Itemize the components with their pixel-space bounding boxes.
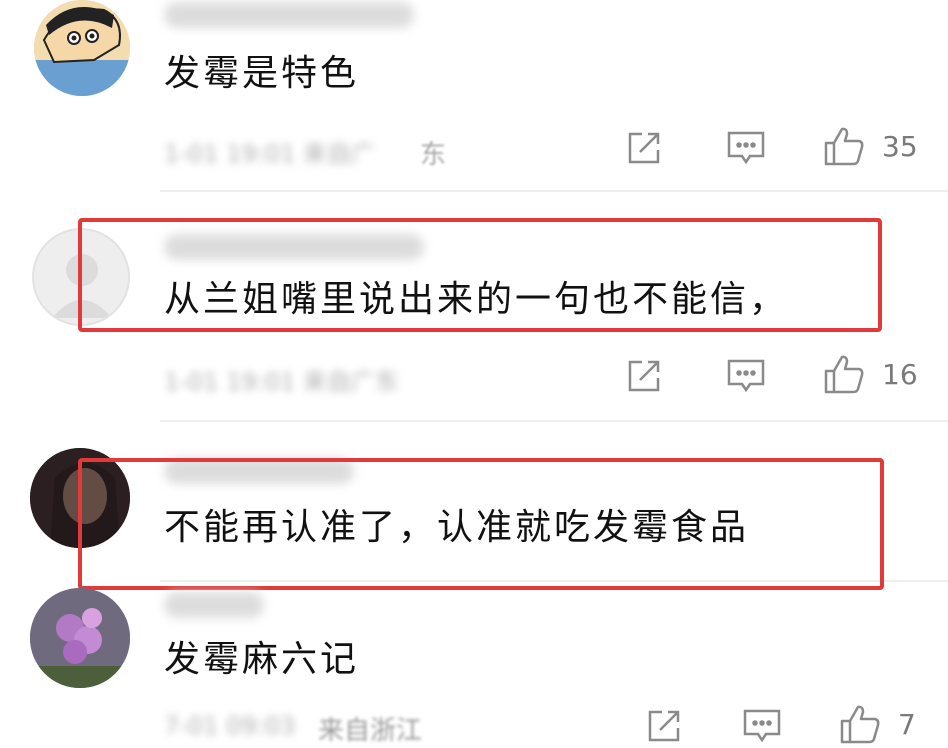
comment-text: 发霉是特色 <box>164 53 360 94</box>
username-blurred[interactable] <box>164 458 354 484</box>
reply-button[interactable] <box>724 356 768 396</box>
thumbs-up-icon <box>824 355 864 394</box>
avatar[interactable] <box>30 588 130 688</box>
comment-location: 来自浙江 <box>318 716 423 746</box>
username-blurred[interactable] <box>164 234 424 260</box>
comment-text: 从兰姐嘴里说出来的一句也不能信， <box>164 279 789 320</box>
avatar[interactable] <box>30 448 130 548</box>
username-blurred[interactable] <box>164 592 264 618</box>
comment-item: 从兰姐嘴里说出来的一句也不能信， 1-01 19:01 来自广东 16 <box>0 192 948 420</box>
share-icon <box>648 710 680 742</box>
comment-meta-blurred: 1-01 19:01 来自广 <box>164 140 375 168</box>
comment-meta-blurred: 7-01 09:03 <box>164 712 296 740</box>
avatar[interactable] <box>32 228 130 326</box>
comment-item: 发霉是特色 1-01 19:01 来自广 东 35 <box>0 0 948 190</box>
share-button[interactable] <box>644 706 684 746</box>
share-icon <box>628 132 660 164</box>
username-blurred[interactable] <box>164 2 414 28</box>
comment-text: 不能再认准了，认准就吃发霉食品 <box>164 507 750 548</box>
share-button[interactable] <box>624 128 664 168</box>
divider <box>160 580 948 582</box>
share-icon <box>628 360 660 392</box>
comment-icon <box>727 131 765 165</box>
share-button[interactable] <box>624 356 664 396</box>
comment-icon <box>743 709 781 743</box>
thumbs-up-icon <box>840 705 880 744</box>
like-count: 7 <box>898 708 916 741</box>
comment-item: 不能再认准了，认准就吃发霉食品 <box>0 422 948 582</box>
like-count: 16 <box>882 358 918 391</box>
thumbs-up-icon <box>824 127 864 166</box>
like-button[interactable] <box>822 124 866 168</box>
comment-item: 发霉麻六记 7-01 09:03 来自浙江 7 <box>0 584 948 748</box>
like-button[interactable] <box>838 702 882 746</box>
like-button[interactable] <box>822 352 866 396</box>
reply-button[interactable] <box>740 706 784 746</box>
comment-meta-blurred: 1-01 19:01 来自广东 <box>164 368 399 396</box>
like-count: 35 <box>882 130 918 163</box>
avatar[interactable] <box>34 0 130 96</box>
reply-button[interactable] <box>724 128 768 168</box>
comment-location: 东 <box>420 140 447 170</box>
comment-icon <box>727 359 765 393</box>
comment-text: 发霉麻六记 <box>164 639 360 680</box>
